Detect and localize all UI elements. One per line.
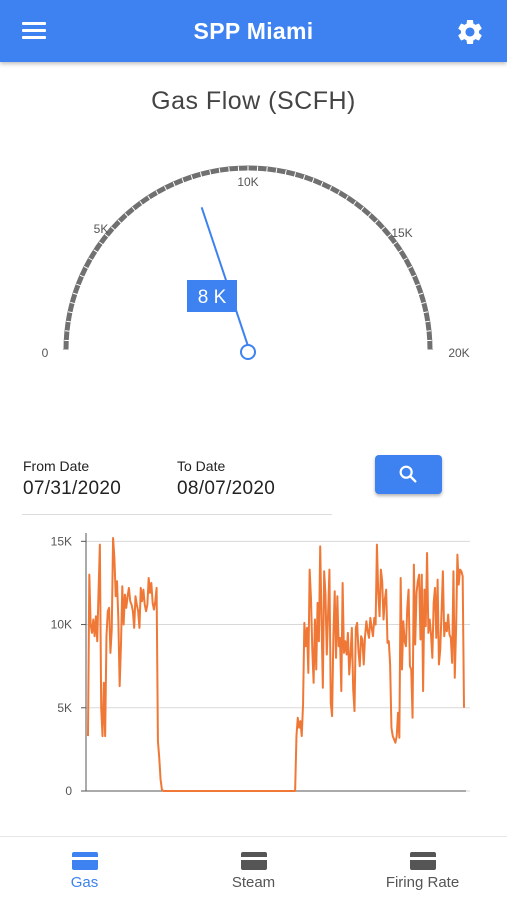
chart-y-tick-label: 5K [57,701,72,715]
gauge-scale-label-0: 0 [42,346,49,360]
gauge-tick [266,166,268,174]
to-date-label: To Date [177,458,226,474]
search-icon [399,465,417,483]
chart-y-axis: 0 5K 10K 15K [51,534,86,798]
nav-item-firing-rate[interactable]: Firing Rate [338,837,507,900]
app-title: SPP Miami [193,18,314,44]
card-icon [409,852,436,870]
gauge-needle [200,207,249,347]
chart-y-tick-label: 10K [51,618,72,632]
bottom-nav: Gas Steam Firing Rate [0,836,507,900]
gauge-scale-label-15k: 15K [391,226,412,240]
gauge-tick [424,330,432,332]
chart-series-line [87,536,465,792]
from-date-value[interactable]: 07/31/2020 [23,478,121,500]
gauge-arc-path [63,165,433,351]
gauge-tick [64,330,72,332]
gauge-arc [63,165,433,351]
gear-icon[interactable] [455,17,485,47]
card-icon [71,852,98,870]
to-date-field[interactable]: To Date 08/07/2020 [177,458,275,500]
card-icon [240,852,267,870]
gauge-title: Gas Flow (SCFH) [151,87,356,115]
from-date-label: From Date [23,458,90,474]
nav-label-gas: Gas [70,874,99,891]
gas-flow-chart: 0 5K 10K 15K [0,525,507,815]
date-divider [22,514,332,515]
nav-label-steam: Steam [231,874,276,891]
gauge-value-label: 8 K [198,287,227,308]
gauge-hub [240,344,256,360]
chart-y-tick-label: 15K [51,534,72,548]
nav-item-gas[interactable]: Gas [0,837,169,900]
gauge-ticks [64,166,432,351]
gas-flow-gauge: 0 5K 10K 15K 20K 8 K [0,150,507,380]
nav-label-firing-rate: Firing Rate [385,874,460,891]
search-button[interactable] [375,455,442,494]
nav-item-steam[interactable]: Steam [169,837,338,900]
from-date-field[interactable]: From Date 07/31/2020 [23,458,121,500]
to-date-value[interactable]: 08/07/2020 [177,478,275,500]
gauge-scale-label-10k: 10K [237,175,258,189]
gauge-tick [228,166,230,174]
gauge-scale-label-20k: 20K [448,346,469,360]
app-bar: SPP Miami [0,0,507,62]
chart-y-tick-label: 0 [65,784,72,798]
gauge-scale-label-5k: 5K [94,222,109,236]
